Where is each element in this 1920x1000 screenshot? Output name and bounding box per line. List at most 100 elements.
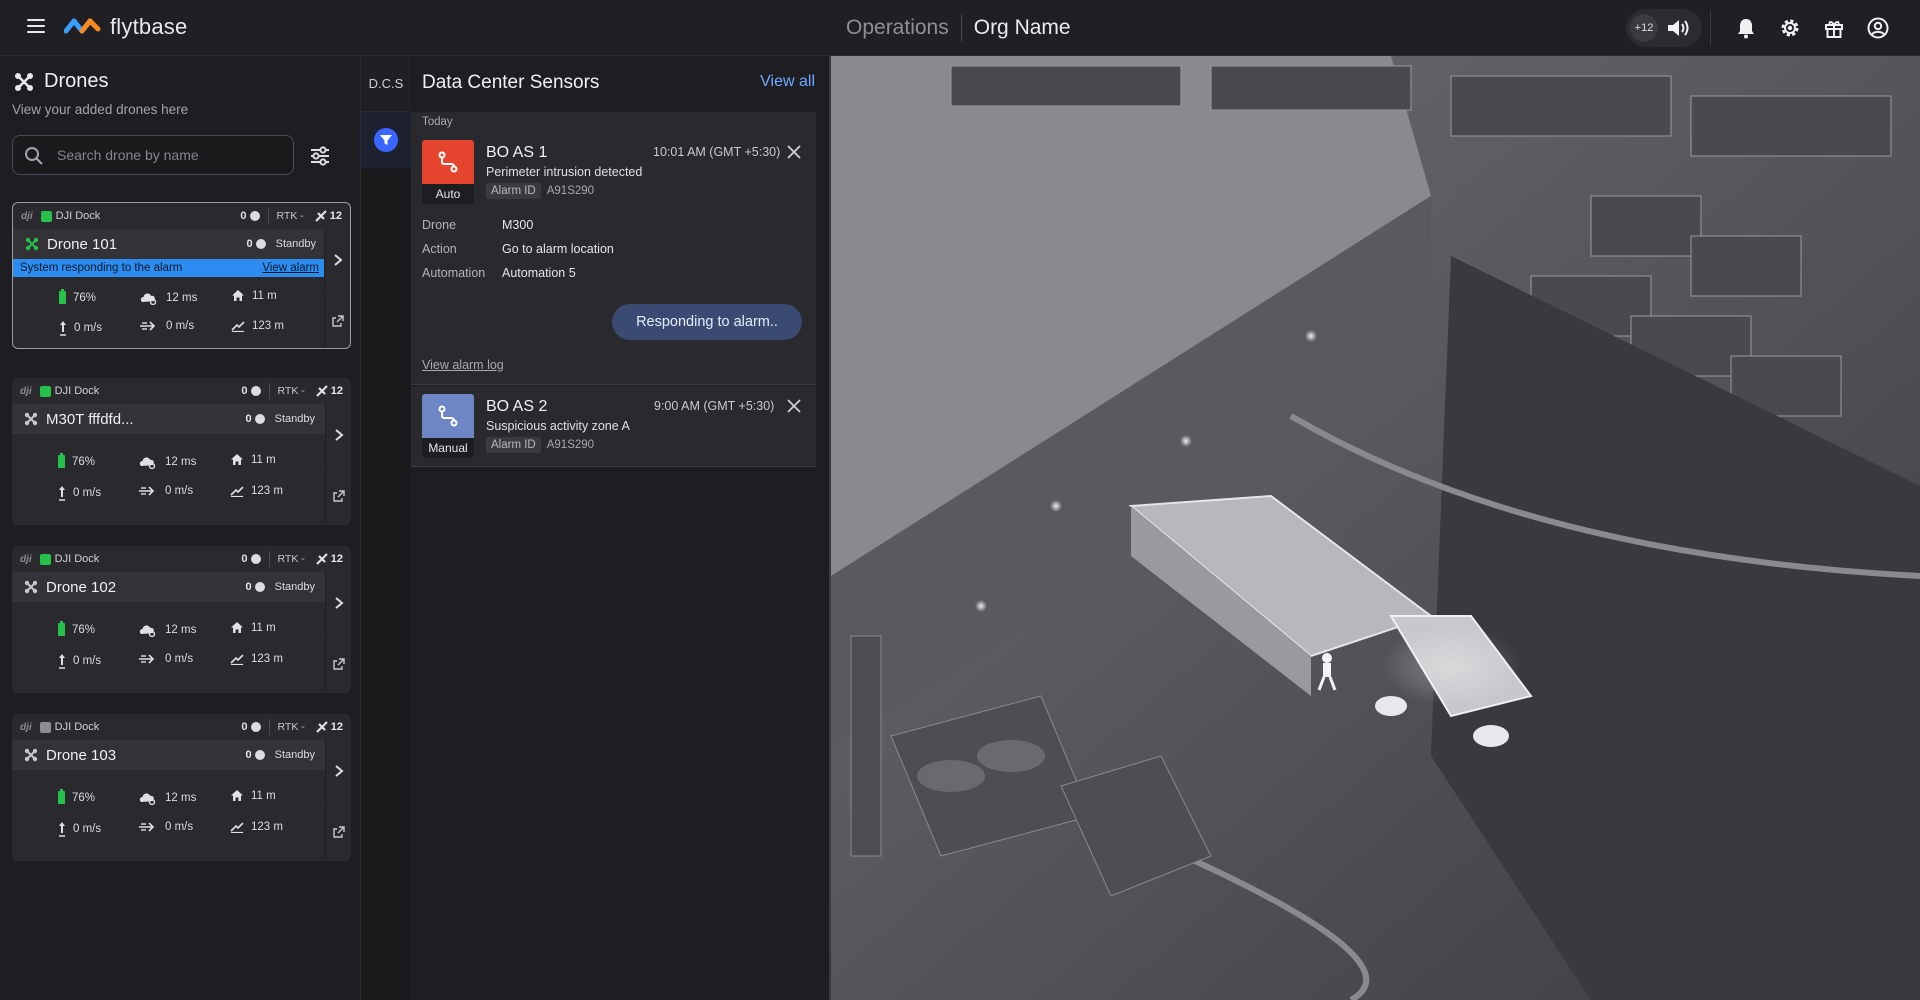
satellite-icon bbox=[315, 553, 328, 565]
alarm-detail-row: Drone M300 bbox=[422, 218, 534, 232]
breadcrumb-operations[interactable]: Operations bbox=[846, 16, 949, 40]
home-icon bbox=[232, 290, 244, 301]
view-all-link[interactable]: View all bbox=[760, 73, 815, 91]
integration-tab-column: D.C.S bbox=[360, 56, 411, 1000]
route-icon bbox=[438, 151, 458, 173]
altitude-icon bbox=[230, 822, 244, 833]
drone-icon bbox=[15, 72, 33, 91]
battery-icon bbox=[58, 453, 65, 468]
alarm-id-row: Alarm ID A91S290 bbox=[486, 437, 594, 453]
dock-count: 0 bbox=[240, 210, 260, 222]
alarm-response-banner: System responding to the alarm View alar… bbox=[13, 259, 326, 277]
chevron-right-icon bbox=[334, 597, 344, 609]
horizontal-speed-icon bbox=[139, 486, 155, 496]
alarm-time: 10:01 AM (GMT +5:30) bbox=[653, 145, 781, 159]
expand-drone-button[interactable] bbox=[325, 740, 351, 802]
drone-name: Drone 103 bbox=[46, 746, 117, 764]
drone-name-row: Drone 103 0 Standby bbox=[12, 740, 325, 770]
chevron-right-icon bbox=[333, 254, 343, 266]
drones-subtitle: View your added drones here bbox=[12, 102, 189, 117]
external-link-icon bbox=[331, 315, 344, 327]
chevron-right-icon bbox=[334, 765, 344, 777]
expand-drone-button[interactable] bbox=[325, 404, 351, 466]
satellite-count: 12 bbox=[314, 209, 342, 223]
flytbase-logo[interactable]: flytbase bbox=[64, 14, 187, 40]
sensor-filter-button[interactable] bbox=[374, 128, 398, 152]
drone-search-input[interactable] bbox=[57, 145, 277, 165]
alarm-detail-row: Automation Automation 5 bbox=[422, 266, 576, 280]
alarm-id-value: A91S290 bbox=[546, 439, 595, 451]
thermal-video-feed[interactable] bbox=[831, 56, 1920, 1000]
horizontal-speed-stat: 0 m/s bbox=[138, 653, 193, 665]
open-external-button[interactable] bbox=[324, 293, 350, 348]
view-alarm-link[interactable]: View alarm bbox=[262, 262, 319, 274]
dock-count: 0 bbox=[241, 385, 261, 397]
dock-name: DJI Dock bbox=[54, 721, 100, 733]
gift-icon[interactable] bbox=[1822, 16, 1846, 40]
drone-card[interactable]: dji DJI Dock 0 RTK - 12 Drone 101 0 Stan… bbox=[12, 202, 351, 349]
route-icon bbox=[438, 405, 458, 427]
dock-row: dji DJI Dock 0 RTK - 12 bbox=[12, 546, 351, 572]
drone-status: Standby bbox=[275, 238, 316, 250]
breadcrumb: Operations Org Name bbox=[846, 15, 1071, 41]
horizontal-speed-icon bbox=[139, 654, 155, 664]
responding-to-alarm-button[interactable]: Responding to alarm.. bbox=[612, 304, 802, 340]
open-external-button[interactable] bbox=[325, 804, 351, 860]
horizontal-speed-icon bbox=[139, 822, 155, 832]
vertical-speed-icon bbox=[59, 654, 65, 669]
expand-drone-button[interactable] bbox=[324, 229, 350, 291]
drone-card[interactable]: dji DJI Dock 0 RTK - 12 Drone 103 0 Stan… bbox=[12, 714, 351, 861]
battery-stat: 76% bbox=[58, 621, 95, 636]
home-icon bbox=[231, 454, 243, 465]
tab-dcs[interactable]: D.C.S bbox=[361, 56, 411, 112]
dock-status-icon bbox=[39, 553, 51, 565]
rtk-status: RTK - bbox=[277, 553, 305, 565]
drone-search[interactable] bbox=[12, 135, 294, 175]
filter-sliders-icon[interactable] bbox=[308, 144, 332, 168]
dock-status-icon bbox=[40, 210, 52, 222]
dock-name: DJI Dock bbox=[55, 210, 101, 222]
altitude-icon bbox=[230, 486, 244, 497]
drone-icon bbox=[25, 237, 39, 251]
speaker-icon[interactable] bbox=[1666, 17, 1692, 39]
expand-drone-button[interactable] bbox=[325, 572, 351, 634]
wind-stat: 12 ms bbox=[138, 791, 196, 805]
alarm-title: BO AS 1 bbox=[486, 144, 548, 161]
horizontal-speed-icon bbox=[140, 321, 156, 331]
drone-status: Standby bbox=[274, 413, 315, 425]
close-icon[interactable] bbox=[786, 398, 802, 414]
drone-icon bbox=[24, 748, 38, 762]
drone-card[interactable]: dji DJI Dock 0 RTK - 12 Drone 102 0 Stan… bbox=[12, 546, 351, 693]
breadcrumb-org[interactable]: Org Name bbox=[974, 16, 1071, 40]
gear-icon[interactable] bbox=[1778, 16, 1802, 40]
user-profile-icon[interactable] bbox=[1866, 16, 1890, 40]
wind-stat: 12 ms bbox=[138, 623, 196, 637]
vertical-speed-stat: 0 m/s bbox=[58, 821, 101, 837]
horizontal-speed-stat: 0 m/s bbox=[138, 485, 193, 497]
dock-brand: dji bbox=[21, 210, 33, 222]
open-external-button[interactable] bbox=[325, 468, 351, 524]
home-distance-stat: 11 m bbox=[231, 289, 277, 302]
view-alarm-log-link[interactable]: View alarm log bbox=[422, 358, 504, 372]
alarm-panel: Data Center Sensors View all Today Auto … bbox=[411, 56, 831, 1000]
close-icon[interactable] bbox=[786, 144, 802, 160]
alarm-card[interactable]: Auto BO AS 1 10:01 AM (GMT +5:30) Perime… bbox=[411, 132, 816, 385]
audio-control[interactable]: +12 bbox=[1626, 9, 1702, 47]
open-external-button[interactable] bbox=[325, 636, 351, 692]
vertical-speed-icon bbox=[60, 321, 66, 336]
dock-name: DJI Dock bbox=[54, 553, 100, 565]
vertical-speed-icon bbox=[59, 486, 65, 501]
alarm-title: BO AS 2 bbox=[486, 398, 548, 415]
search-icon bbox=[25, 147, 43, 165]
dock-brand: dji bbox=[20, 385, 32, 397]
breadcrumb-divider bbox=[960, 15, 962, 41]
alarm-card[interactable]: Manual BO AS 2 9:00 AM (GMT +5:30) Suspi… bbox=[411, 386, 816, 467]
alarm-id-label: Alarm ID bbox=[486, 437, 541, 453]
drone-count: 0 bbox=[246, 749, 265, 761]
menu-icon[interactable] bbox=[27, 19, 45, 33]
vertical-speed-stat: 0 m/s bbox=[58, 485, 101, 501]
drone-card[interactable]: dji DJI Dock 0 RTK - 12 M30T fffdfd... 0… bbox=[12, 378, 351, 525]
drones-panel: Drones View your added drones here dji D… bbox=[0, 56, 360, 1000]
drone-name-row: Drone 102 0 Standby bbox=[12, 572, 325, 602]
bell-icon[interactable] bbox=[1734, 16, 1758, 40]
